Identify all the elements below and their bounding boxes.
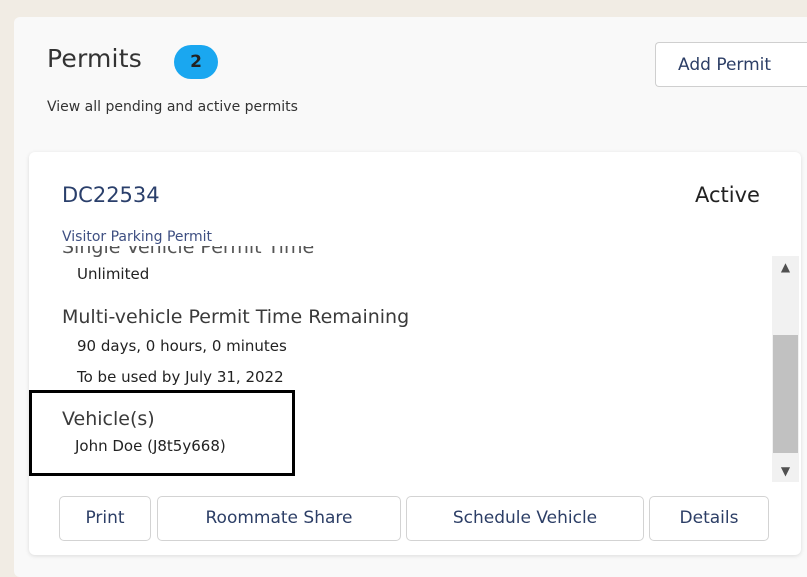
permit-count-badge: 2 — [174, 45, 218, 79]
permit-id[interactable]: DC22534 — [62, 183, 160, 207]
roommate-share-button[interactable]: Roommate Share — [157, 496, 401, 541]
schedule-vehicle-button[interactable]: Schedule Vehicle — [406, 496, 644, 541]
vehicle-highlight-box — [29, 390, 295, 476]
add-permit-button[interactable]: Add Permit — [655, 42, 807, 87]
multi-vehicle-time-value: 90 days, 0 hours, 0 minutes — [77, 337, 287, 355]
single-vehicle-time-value: Unlimited — [77, 265, 150, 283]
single-vehicle-time-label: Single Vehicle Permit Time — [62, 246, 315, 258]
page-subtitle: View all pending and active permits — [47, 99, 298, 115]
multi-vehicle-time-label: Multi-vehicle Permit Time Remaining — [62, 306, 410, 328]
use-by-date: To be used by July 31, 2022 — [77, 368, 284, 386]
permit-type: Visitor Parking Permit — [62, 229, 213, 245]
scrollbar-thumb[interactable] — [773, 335, 798, 453]
scroll-down-arrow-icon[interactable]: ▼ — [772, 460, 799, 482]
details-scrollbar[interactable]: ▲ ▼ — [772, 256, 799, 482]
details-button[interactable]: Details — [649, 496, 769, 541]
single-vehicle-time-label-clipped: Single Vehicle Permit Time — [62, 246, 362, 258]
page-title: Permits — [47, 44, 142, 73]
scroll-up-arrow-icon[interactable]: ▲ — [772, 256, 799, 278]
print-button[interactable]: Print — [59, 496, 151, 541]
permit-status: Active — [695, 183, 760, 207]
